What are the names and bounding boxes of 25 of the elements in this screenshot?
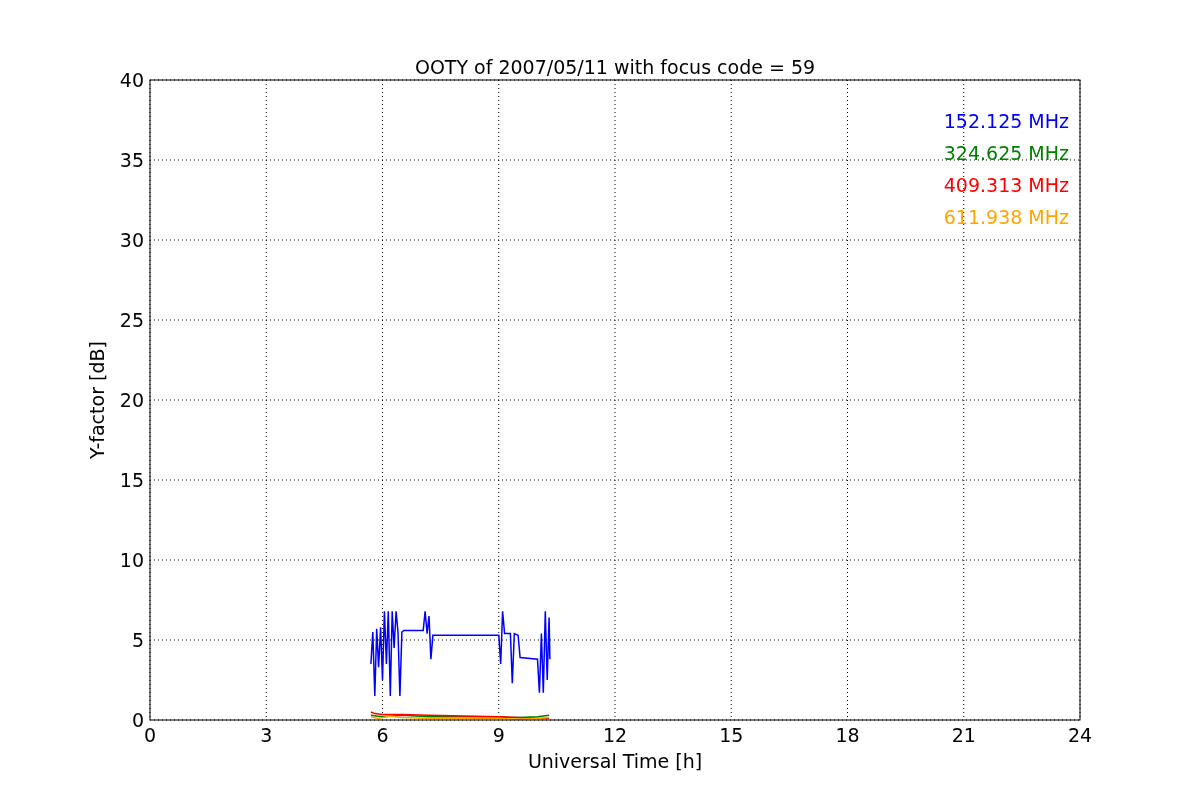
tick-label: 9	[492, 724, 505, 746]
tick-label: 40	[119, 69, 144, 91]
tick-label: 3	[260, 724, 273, 746]
tick-label: 35	[119, 149, 144, 171]
legend-label: 611.938 MHz	[943, 206, 1069, 228]
tick-label: 30	[119, 229, 144, 251]
tick-label: 0	[131, 709, 144, 731]
legend-label: 152.125 MHz	[943, 110, 1069, 132]
tick-label: 20	[119, 389, 144, 411]
tick-label: 21	[951, 724, 976, 746]
axis-label: Universal Time [h]	[527, 750, 703, 772]
tick-label: 15	[719, 724, 744, 746]
chart-title: OOTY of 2007/05/11 with focus code = 59	[414, 56, 816, 78]
tick-label: 12	[602, 724, 628, 746]
tick-label: 5	[131, 629, 144, 651]
tick-label: 0	[143, 724, 157, 746]
tick-label: 6	[376, 724, 389, 746]
legend-label: 409.313 MHz	[943, 174, 1069, 196]
tick-label: 25	[119, 309, 144, 331]
axis-label: Y-factor [dB]	[86, 341, 108, 459]
legend-label: 324.625 MHz	[943, 142, 1069, 164]
tick-label: 18	[835, 724, 860, 746]
tick-label: 15	[119, 469, 144, 491]
tick-label: 24	[1067, 724, 1093, 746]
tick-label: 10	[119, 549, 144, 571]
